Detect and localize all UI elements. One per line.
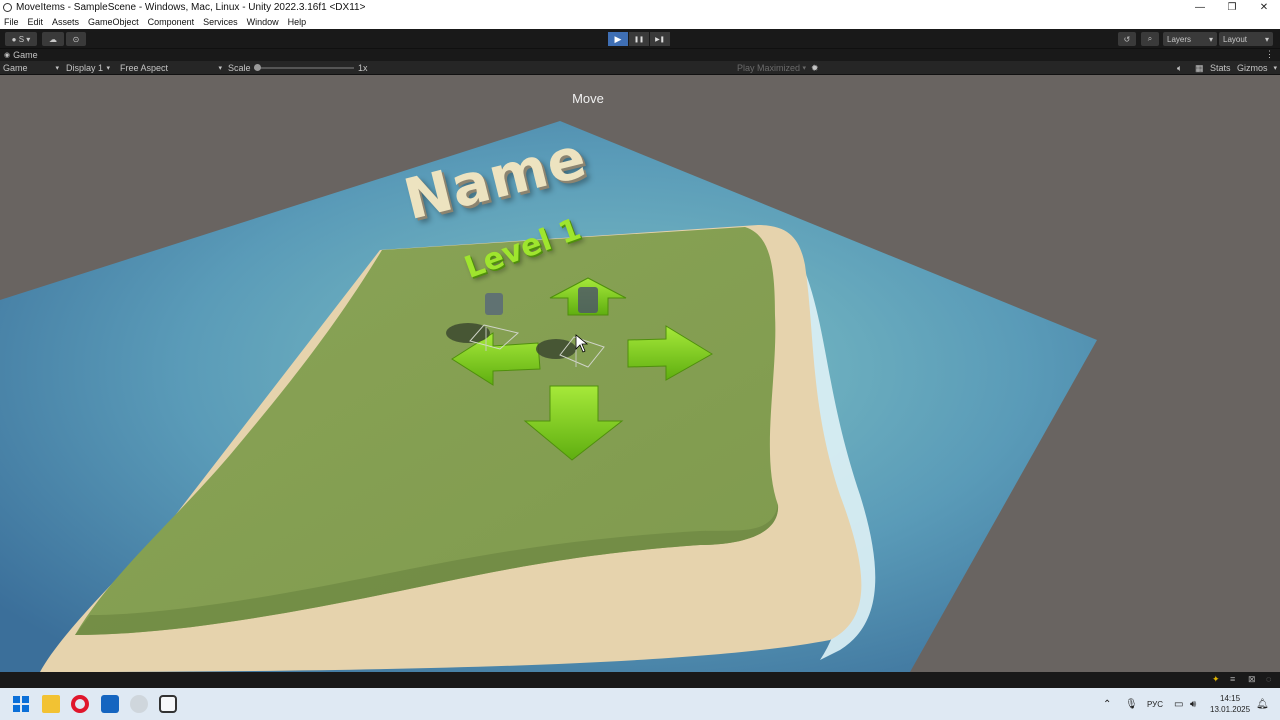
menu-bar: File Edit Assets GameObject Component Se… [0,15,1280,29]
main-toolbar: ● S ▾ ☁ ⊙ ▶ ❚❚ ▶❚ ↺ ⌕ Layers ▾ Layout ▾ [0,29,1280,49]
tab-bar: ◉ Game ⋮ [0,49,1280,61]
account-label: S [18,34,25,44]
game-mode-dropdown[interactable]: Game ▾ [3,61,59,75]
scale-slider[interactable] [254,61,354,75]
os-taskbar: ⌃ 🎙︎ РУС ▭ 🔊︎ 14:15 13.01.2025 🔔︎ [0,688,1280,720]
aspect-dropdown[interactable]: Free Aspect ▾ [120,61,222,75]
unity-logo-icon [3,3,12,12]
window-title: MoveItems - SampleScene - Windows, Mac, … [16,2,366,13]
editor-status-bar: ✦ ≡ ⊠ ◌ [0,672,1280,688]
progress-icon[interactable]: ◌ [1266,674,1271,684]
chevron-down-icon: ▾ [55,65,59,72]
pause-button[interactable]: ❚❚ [629,32,649,46]
chevron-down-icon: ▾ [218,65,222,72]
bug-icon[interactable]: ✹ [811,61,819,75]
maximize-button[interactable]: ❐ [1216,0,1248,15]
chevron-up-icon[interactable]: ⌃ [1103,688,1111,720]
lighting-icon[interactable]: ✦ [1212,674,1220,685]
game-mode-label: Game [3,63,28,73]
unity-hub-icon[interactable] [130,695,148,713]
menu-component[interactable]: Component [148,17,195,27]
more-options-icon[interactable]: ⋮ [1265,49,1274,60]
menu-gameobject[interactable]: GameObject [88,17,139,27]
game-scene [0,121,1097,672]
chevron-down-icon: ▾ [106,65,110,72]
gizmos-dropdown[interactable]: Gizmos ▾ [1237,61,1277,75]
display-label: Display 1 [66,63,104,73]
playmode-controls: ▶ ❚❚ ▶❚ [608,32,670,46]
file-explorer-icon[interactable] [42,695,60,713]
start-icon[interactable] [12,695,30,713]
step-button[interactable]: ▶❚ [650,32,670,46]
tab-game-label: Game [13,50,38,60]
chevron-down-icon: ▾ [1273,65,1277,72]
layers-dropdown[interactable]: Layers ▾ [1163,32,1217,46]
game-viewport[interactable]: Move Name Level 1 [0,75,1280,672]
clock[interactable]: 14:15 13.01.2025 [1210,688,1250,720]
aspect-label: Free Aspect [120,63,169,73]
window-controls: — ❐ ✕ [1184,0,1280,15]
gamepad-icon: ◉ [4,52,11,59]
chevron-down-icon: ▾ [802,65,807,72]
layout-label: Layout [1223,34,1248,44]
clock-date: 13.01.2025 [1210,705,1251,714]
gizmos-label: Gizmos [1237,63,1268,73]
account-icon: ● [11,34,19,44]
volume-icon[interactable]: 🔊︎ [1190,688,1196,720]
scale-label: Scale [228,63,251,73]
game-view-toolbar: Game ▾ Display 1 ▾ Free Aspect ▾ Scale 1x P… [0,61,1280,75]
tab-game[interactable]: ◉ Game [0,49,42,61]
network-status-icon[interactable]: ▭ [1174,688,1183,720]
network-icon[interactable]: ⊠ [1248,674,1256,685]
stats-button[interactable]: Stats [1210,61,1231,75]
scale-slider-handle[interactable] [254,64,261,71]
play-button[interactable]: ▶ [608,32,628,46]
audio-icon[interactable]: 🔈︎ [1177,61,1182,75]
menu-assets[interactable]: Assets [52,17,79,27]
opera-icon[interactable] [71,695,89,713]
menu-window[interactable]: Window [247,17,279,27]
close-button[interactable]: ✕ [1248,0,1280,15]
chevron-down-icon: ▾ [1264,34,1269,44]
minimize-button[interactable]: — [1184,0,1216,15]
menu-help[interactable]: Help [288,17,307,27]
search-icon[interactable]: ⌕ [1141,32,1159,46]
scale-value: 1x [358,63,368,73]
collab-icon[interactable]: ⊙ [66,32,86,46]
menu-services[interactable]: Services [203,17,238,27]
language-indicator[interactable]: РУС [1147,688,1163,720]
notification-bell-icon[interactable]: 🔔︎ [1256,688,1269,720]
play-maximized-label: Play Maximized [737,63,801,73]
history-icon[interactable]: ↺ [1118,32,1136,46]
layout-dropdown[interactable]: Layout ▾ [1219,32,1273,46]
move-label: Move [572,91,604,106]
unity-editor-icon[interactable] [159,695,177,713]
window-titlebar: MoveItems - SampleScene - Windows, Mac, … [0,0,1280,15]
grid-icon[interactable]: ▦ [1195,61,1204,75]
layers-label: Layers [1167,34,1192,44]
clock-time: 14:15 [1220,694,1241,703]
account-button[interactable]: ● S ▾ [5,32,37,46]
microphone-icon[interactable]: 🎙︎ [1125,688,1138,720]
cloud-icon[interactable]: ☁ [42,32,64,46]
chevron-down-icon: ▾ [1208,34,1213,44]
play-maximized-dropdown[interactable]: Play Maximized ▾ [737,61,806,75]
editor-app-icon[interactable] [101,695,119,713]
cache-icon[interactable]: ≡ [1230,674,1235,684]
menu-file[interactable]: File [4,17,19,27]
menu-edit[interactable]: Edit [28,17,44,27]
display-dropdown[interactable]: Display 1 ▾ [66,61,110,75]
